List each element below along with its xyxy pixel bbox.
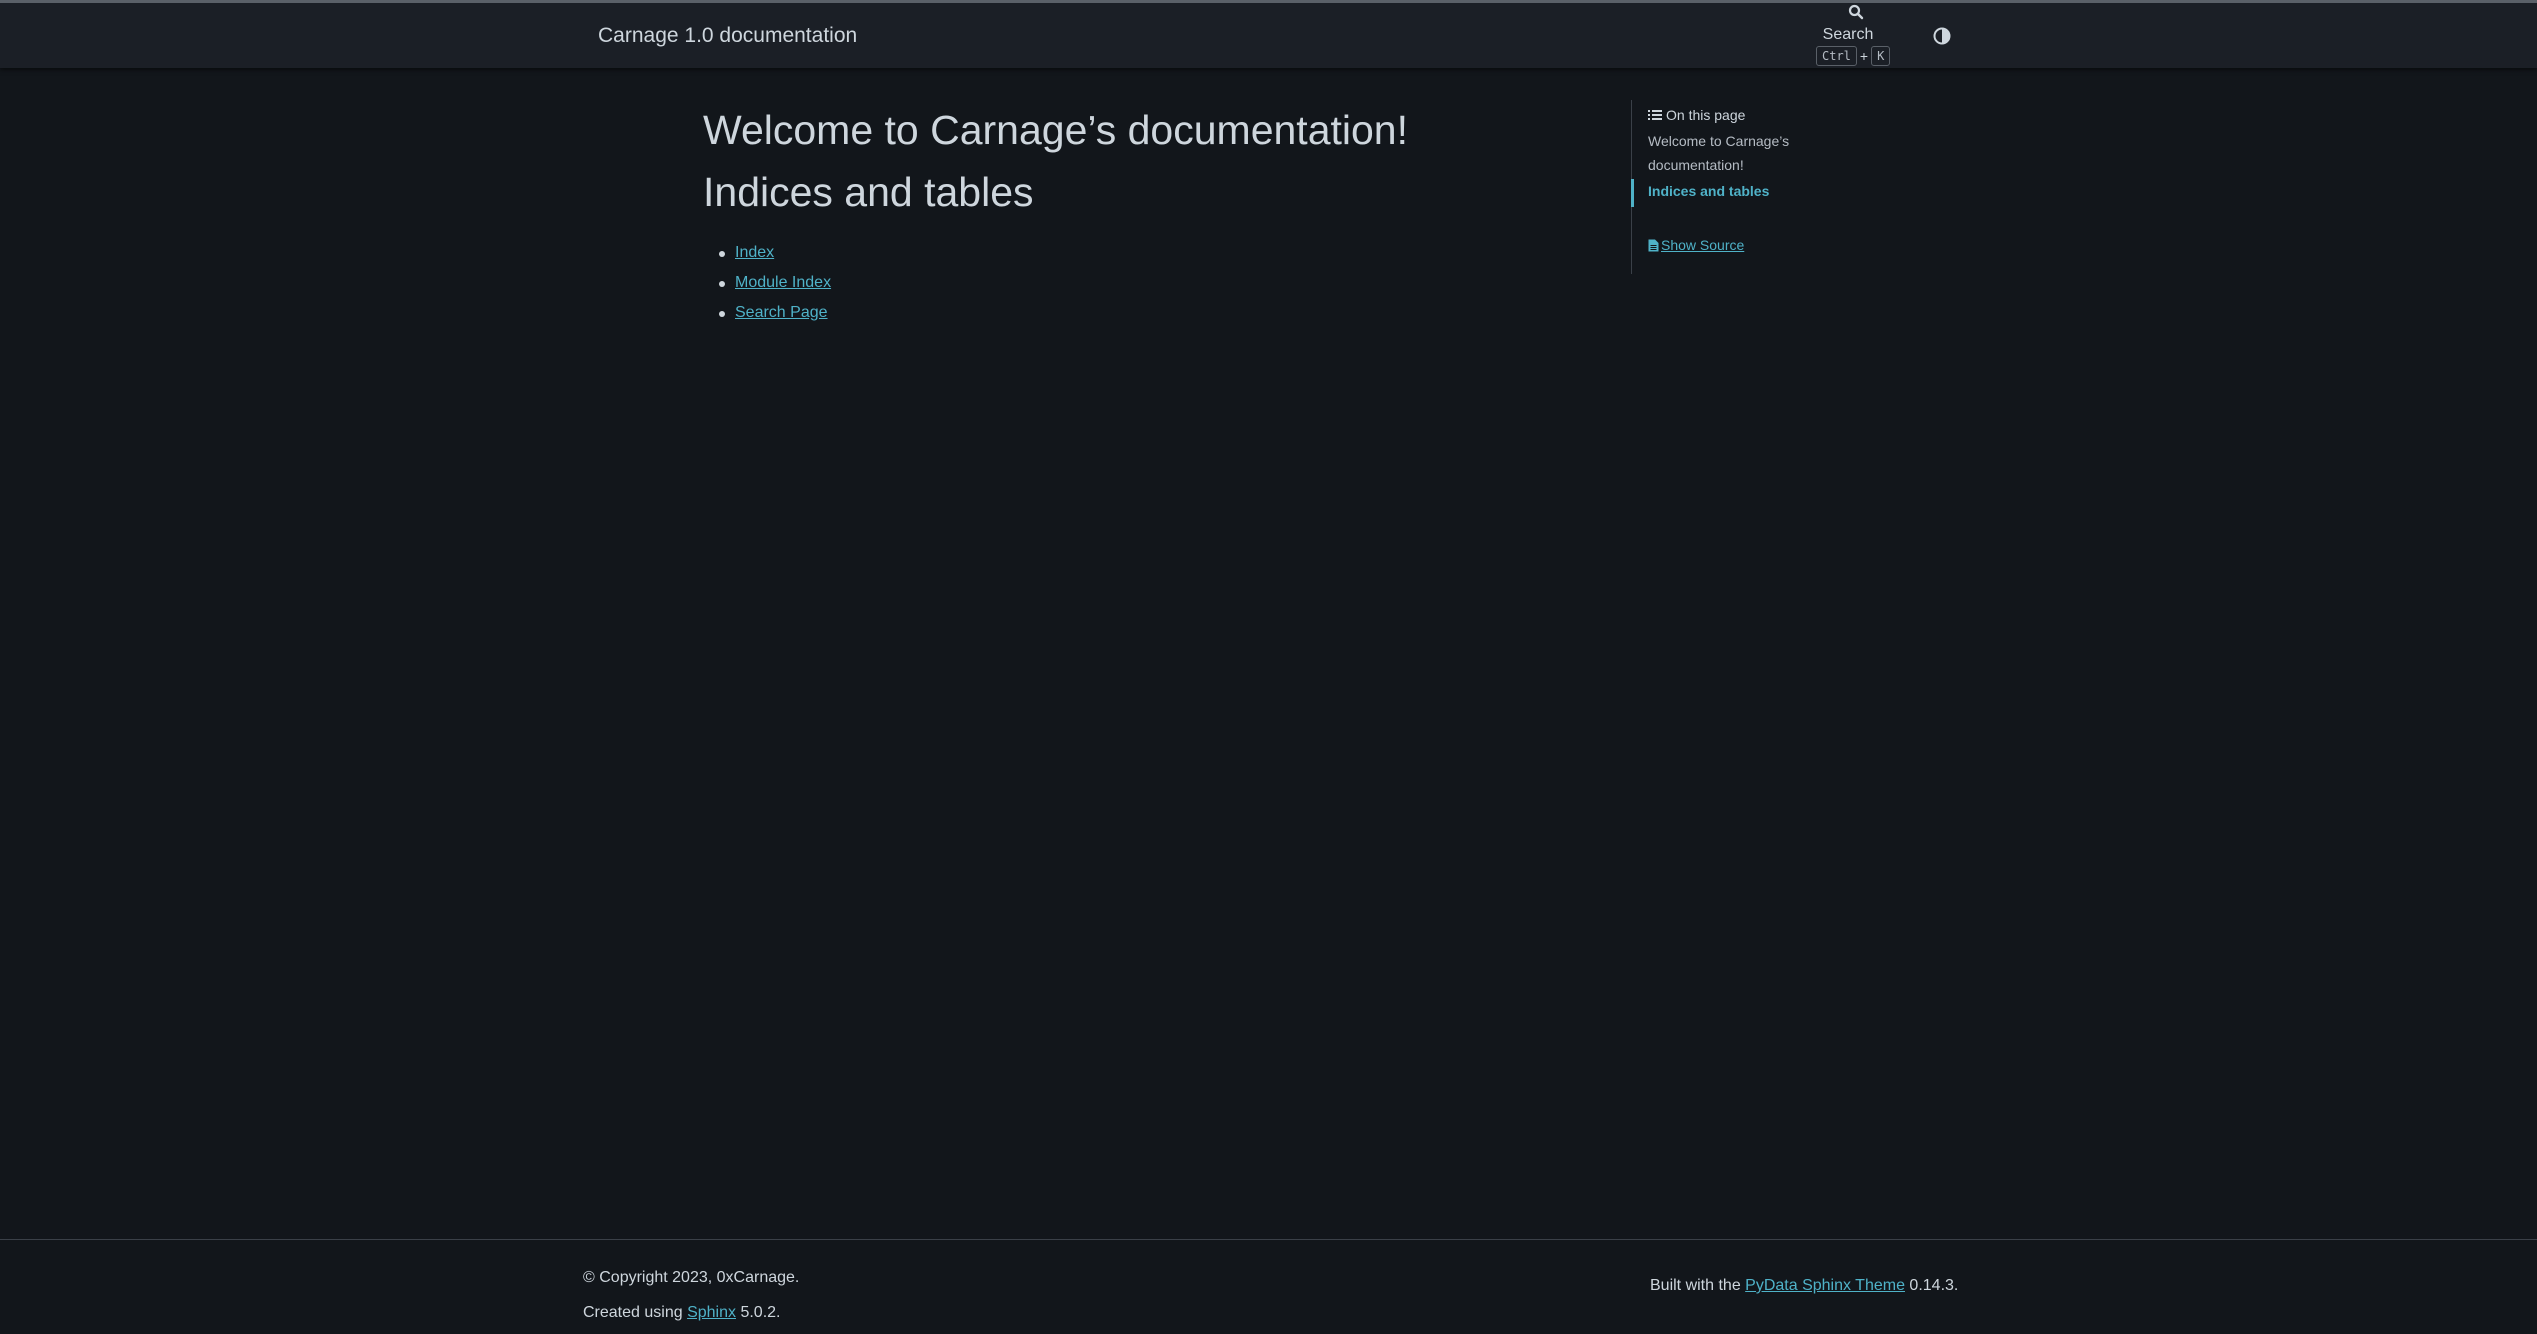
indices-list: Index Module Index Search Page: [719, 238, 1603, 328]
search-shortcut: Ctrl + K: [1816, 46, 1891, 66]
kbd-plus: +: [1859, 48, 1869, 64]
toc-item-indices[interactable]: Indices and tables: [1631, 179, 1818, 207]
search-page-link[interactable]: Search Page: [735, 304, 828, 321]
sphinx-version: 5.0.2.: [740, 1304, 781, 1321]
kbd-k: K: [1871, 46, 1891, 66]
footer-left: © Copyright 2023, 0xCarnage. Created usi…: [583, 1260, 799, 1330]
show-source-link[interactable]: Show Source: [1661, 237, 1744, 253]
main-content: Welcome to Carnage’s documentation! Indi…: [703, 104, 1603, 328]
top-navbar: Carnage 1.0 documentation Search Ctrl + …: [0, 0, 2537, 68]
search-label: Search: [1822, 26, 1874, 43]
page-title: Welcome to Carnage’s documentation!: [703, 107, 1408, 153]
list-item: Index: [719, 238, 1603, 268]
on-this-page-sidebar: On this page Welcome to Carnage’s docume…: [1631, 100, 1861, 274]
search-button[interactable]: Search Ctrl + K: [1812, 3, 1894, 71]
section-heading: Indices and tables: [703, 169, 1034, 215]
theme-version: 0.14.3.: [1909, 1277, 1959, 1294]
created-using: Created using Sphinx 5.0.2.: [583, 1295, 799, 1330]
list-icon: [1648, 110, 1662, 120]
file-icon: [1648, 239, 1659, 251]
built-prefix: Built with the: [1650, 1277, 1741, 1294]
kbd-ctrl: Ctrl: [1816, 46, 1857, 66]
sphinx-link[interactable]: Sphinx: [687, 1304, 736, 1321]
created-prefix: Created using: [583, 1304, 683, 1321]
module-index-link[interactable]: Module Index: [735, 274, 831, 291]
pydata-theme-link[interactable]: PyData Sphinx Theme: [1745, 1277, 1905, 1294]
footer: © Copyright 2023, 0xCarnage. Created usi…: [0, 1239, 2537, 1334]
toc-item-welcome[interactable]: Welcome to Carnage’s documentation!: [1648, 129, 1818, 177]
search-icon: [1848, 4, 1864, 20]
list-item: Module Index: [719, 268, 1603, 298]
footer-right: Built with the PyData Sphinx Theme 0.14.…: [1650, 1277, 1958, 1295]
site-brand-link[interactable]: Carnage 1.0 documentation: [598, 24, 857, 48]
toc-header: On this page: [1648, 107, 1861, 123]
theme-toggle-icon[interactable]: [1933, 27, 1951, 45]
list-item: Search Page: [719, 298, 1603, 328]
show-source[interactable]: Show Source: [1648, 237, 1861, 253]
copyright-text: © Copyright 2023, 0xCarnage.: [583, 1269, 800, 1286]
toc-header-label: On this page: [1666, 107, 1746, 123]
index-link[interactable]: Index: [735, 244, 774, 261]
